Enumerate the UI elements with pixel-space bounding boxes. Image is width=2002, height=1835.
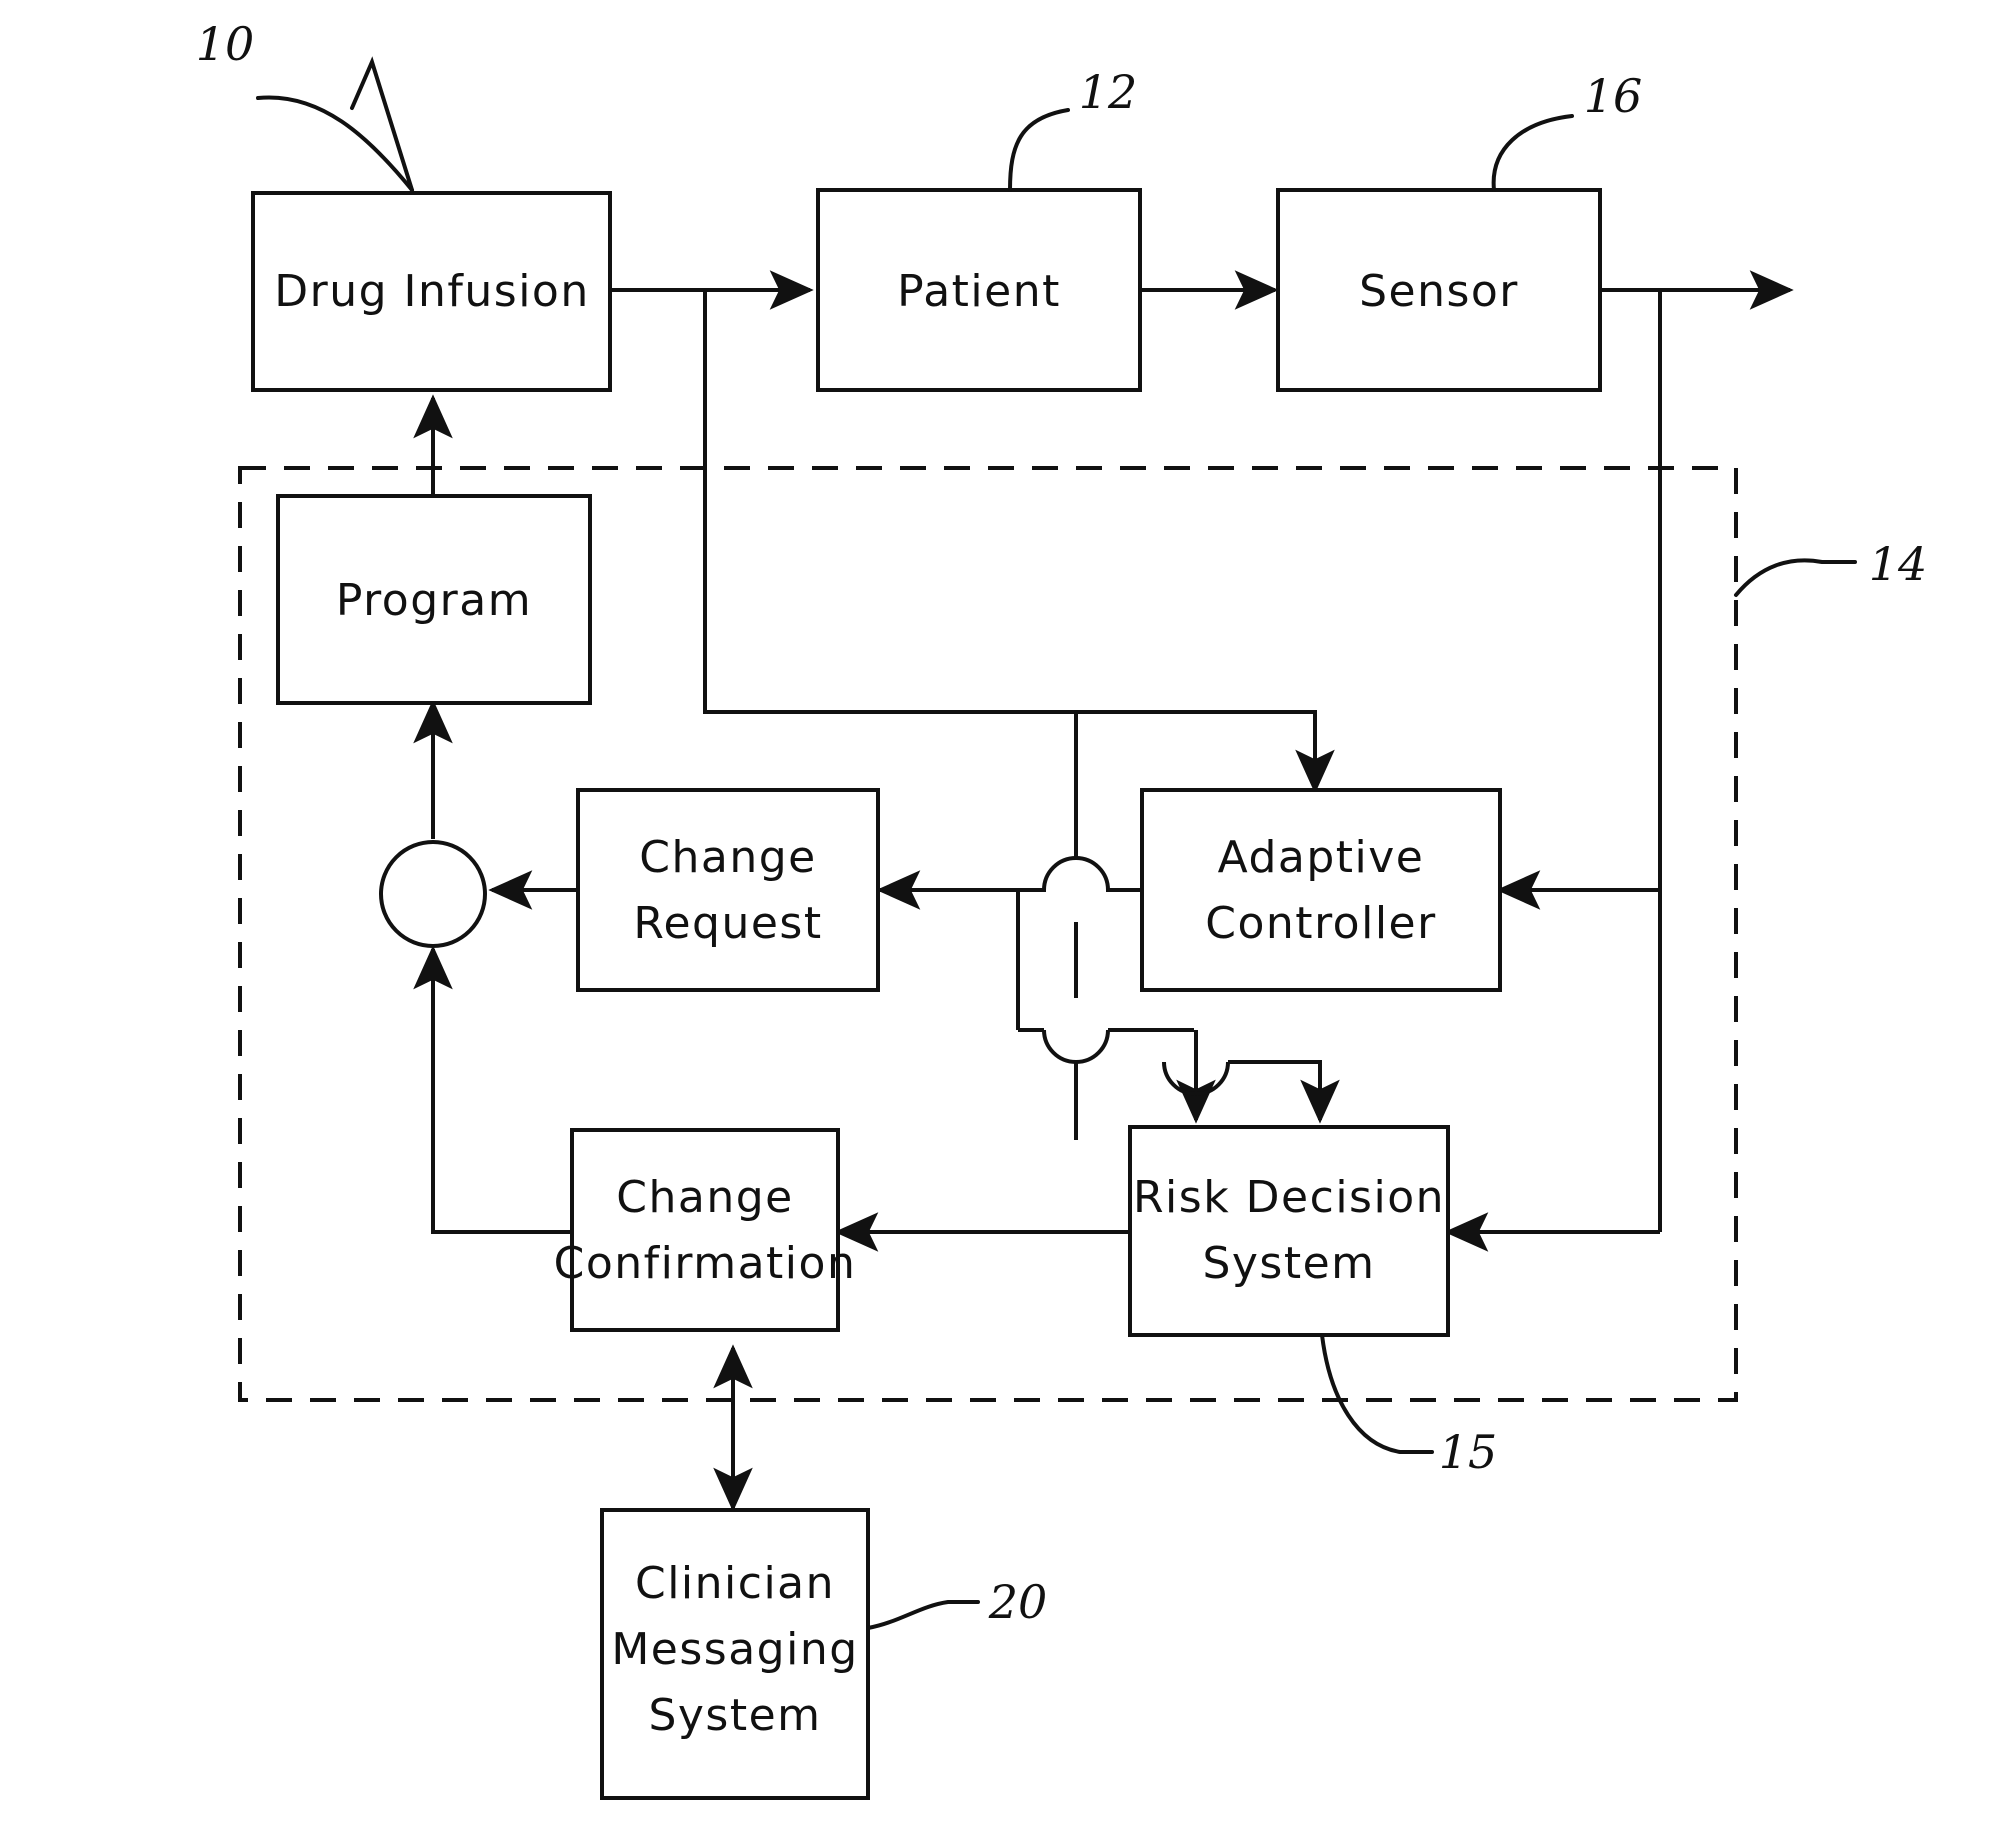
summing-junction-circle[interactable] bbox=[379, 840, 487, 948]
label-patient: Patient bbox=[897, 266, 1061, 317]
box-adaptive-controller[interactable] bbox=[1140, 788, 1502, 992]
leader-line-15 bbox=[1320, 1333, 1434, 1454]
label-change-confirmation-line2: Confirmation bbox=[554, 1238, 857, 1289]
label-risk-decision-system-line1: Risk Decision bbox=[1133, 1172, 1445, 1223]
label-change-request-line2: Request bbox=[633, 898, 822, 949]
wire-to-risk-decision-input-right bbox=[1228, 1060, 1340, 1124]
ref-numeral-20: 20 bbox=[988, 1575, 1048, 1629]
label-change-confirmation-line1: Change bbox=[616, 1172, 793, 1223]
label-clinician-messaging-line1: Clinician bbox=[635, 1558, 835, 1609]
ref-numeral-14: 14 bbox=[1869, 537, 1928, 591]
ref-numeral-12: 12 bbox=[1079, 65, 1138, 119]
box-change-confirmation[interactable] bbox=[570, 1128, 840, 1332]
arrowhead-10 bbox=[350, 56, 414, 192]
box-risk-decision-system[interactable] bbox=[1128, 1125, 1450, 1337]
wire-change-confirmation-to-summing-junction bbox=[413, 945, 572, 1234]
ref-numeral-16: 16 bbox=[1584, 69, 1643, 123]
ref-numeral-15: 15 bbox=[1439, 1425, 1498, 1479]
box-change-request[interactable] bbox=[576, 788, 880, 992]
leader-line-16 bbox=[1491, 114, 1574, 192]
wire-hop-arc-lower bbox=[1042, 1029, 1110, 1064]
label-change-request-line1: Change bbox=[639, 832, 816, 883]
leader-line-20 bbox=[866, 1600, 980, 1630]
label-adaptive-controller-line1: Adaptive bbox=[1218, 832, 1425, 883]
label-clinician-messaging-line2: Messaging bbox=[611, 1624, 858, 1675]
label-sensor: Sensor bbox=[1359, 266, 1519, 317]
ref-numeral-10: 10 bbox=[196, 17, 255, 71]
leader-line-14 bbox=[1734, 558, 1857, 597]
patent-figure: Drug Infusion Patient Sensor Program Cha… bbox=[0, 0, 2002, 1835]
label-program: Program bbox=[336, 575, 532, 626]
label-drug-infusion: Drug Infusion bbox=[274, 266, 589, 317]
label-clinician-messaging-line3: System bbox=[648, 1690, 821, 1741]
label-risk-decision-system-line2: System bbox=[1202, 1238, 1375, 1289]
label-adaptive-controller-line2: Controller bbox=[1205, 898, 1436, 949]
leader-line-12 bbox=[1008, 108, 1070, 192]
